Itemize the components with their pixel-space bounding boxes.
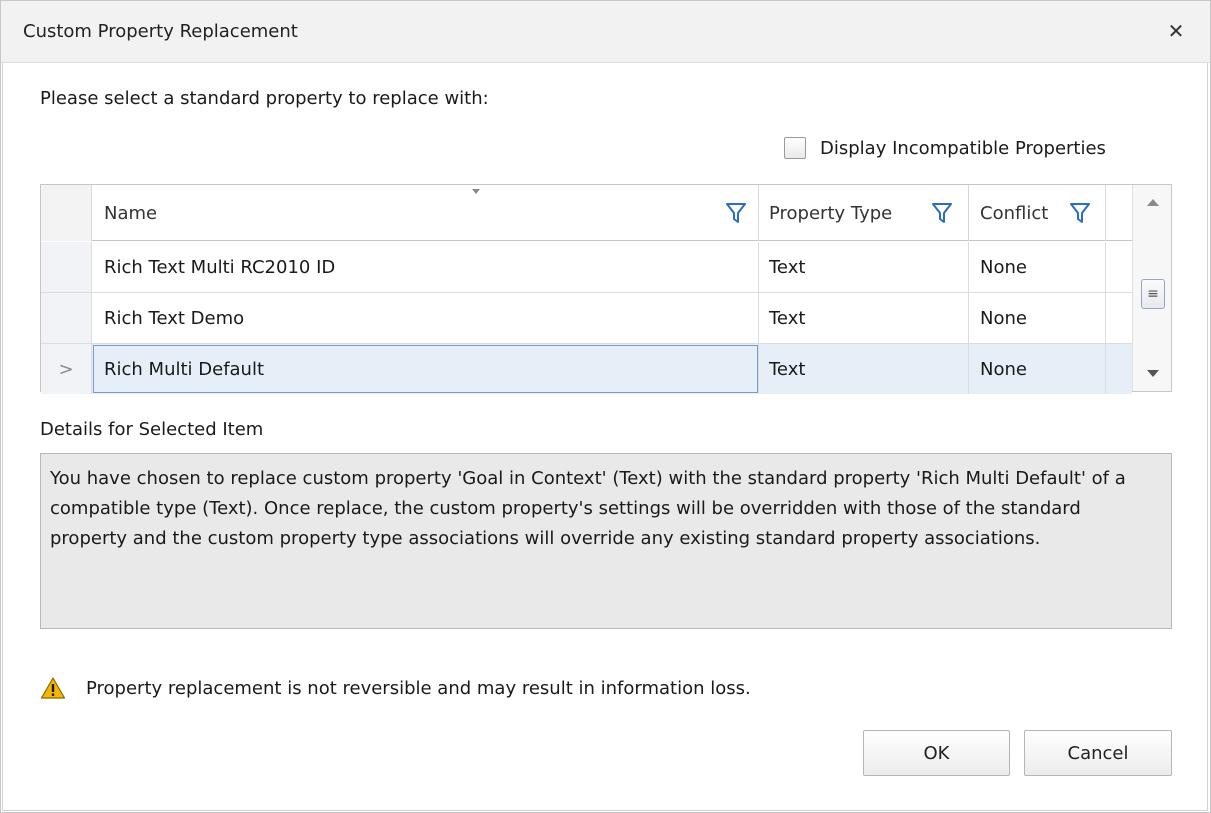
row-property-type: Text [759,293,969,343]
row-name: Rich Text Multi RC2010 ID [92,242,759,292]
custom-property-replacement-dialog: Custom Property Replacement ✕ Please sel… [0,0,1211,813]
column-header-property-type[interactable]: Property Type [759,185,969,241]
details-text: You have chosen to replace custom proper… [40,453,1172,629]
row-spacer [1106,242,1132,292]
dialog-title: Custom Property Replacement [23,21,298,42]
property-type-filter-icon[interactable] [931,201,953,225]
close-button[interactable]: ✕ [1160,15,1192,47]
row-property-type: Text [759,344,969,394]
grid-header: Name Property Type Conflict [41,185,1132,241]
table-row[interactable]: Rich Text Demo Text None [41,293,1132,344]
row-conflict: None [969,242,1106,292]
grid-scrollbar[interactable]: ≡ [1132,185,1171,391]
name-filter-icon[interactable] [725,201,747,225]
display-incompatible-checkbox[interactable] [784,137,806,159]
details-label: Details for Selected Item [40,419,264,440]
table-row-selected[interactable]: > Rich Multi Default Text None [41,344,1132,395]
scroll-grip-icon: ≡ [1147,286,1159,302]
header-indicator-cell [41,185,92,241]
column-header-name[interactable]: Name [92,185,759,241]
property-grid: Name Property Type Conflict Rich Text Mu… [40,184,1172,395]
column-header-conflict[interactable]: Conflict [969,185,1106,241]
column-property-type-label: Property Type [769,202,893,224]
close-icon: ✕ [1167,19,1185,43]
row-conflict: None [969,293,1106,343]
row-spacer [1106,293,1132,343]
conflict-filter-icon[interactable] [1069,201,1091,225]
row-indicator[interactable] [41,242,92,292]
selected-row-indicator-icon[interactable]: > [41,344,92,394]
scroll-thumb[interactable]: ≡ [1141,279,1165,309]
row-indicator[interactable] [41,293,92,343]
row-property-type: Text [759,242,969,292]
scroll-down-icon[interactable] [1147,370,1159,377]
warning-triangle-icon [40,677,66,699]
row-spacer [1106,344,1132,394]
warning-text: Property replacement is not reversible a… [86,677,751,699]
column-conflict-label: Conflict [980,202,1049,224]
display-incompatible-toggle[interactable]: Display Incompatible Properties [784,135,1106,161]
title-bar: Custom Property Replacement ✕ [1,1,1210,63]
table-row[interactable]: Rich Text Multi RC2010 ID Text None [41,242,1132,293]
row-name: Rich Text Demo [92,293,759,343]
display-incompatible-label: Display Incompatible Properties [820,137,1106,159]
header-spacer-cell [1106,185,1132,241]
row-name: Rich Multi Default [92,344,759,394]
scroll-up-icon[interactable] [1147,199,1159,206]
prompt-text: Please select a standard property to rep… [40,88,489,109]
sort-indicator-icon [472,189,480,194]
row-conflict: None [969,344,1106,394]
ok-button[interactable]: OK [863,730,1010,776]
cancel-button[interactable]: Cancel [1024,730,1172,776]
column-name-label: Name [104,202,158,224]
warning-message: Property replacement is not reversible a… [40,673,751,703]
